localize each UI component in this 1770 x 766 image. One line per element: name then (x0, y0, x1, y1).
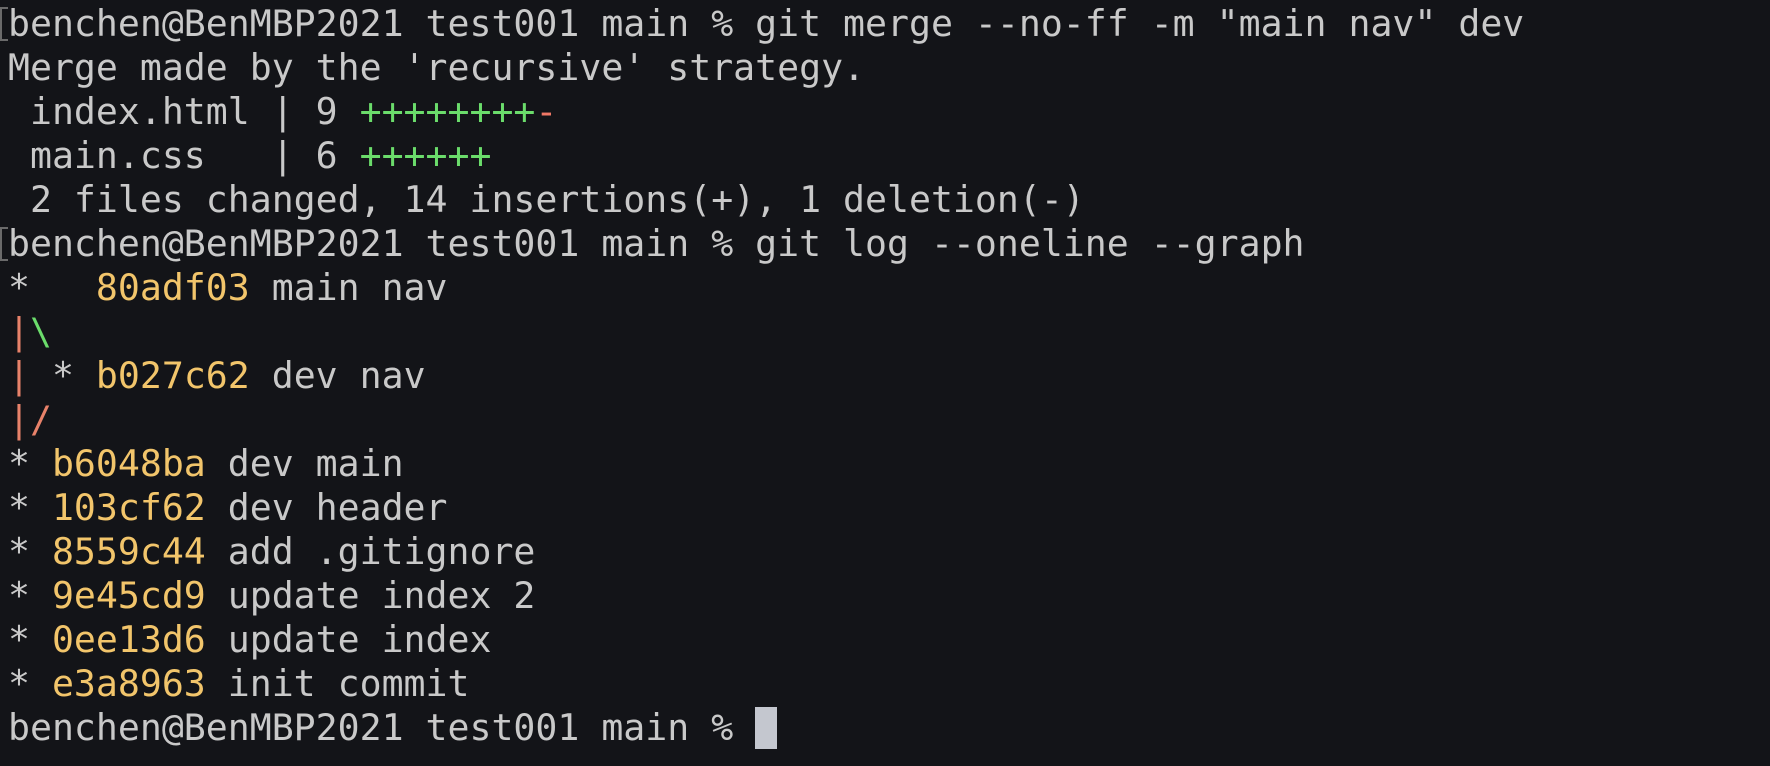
graph-node: * (8, 442, 52, 485)
diffstat-insertions: ++++++++ (359, 90, 536, 133)
merge-command-line: benchen@BenMBP2021 test001 main % git me… (0, 2, 1770, 46)
log-entry: * 8559c44 add .gitignore (8, 530, 1770, 574)
commit-hash: 103cf62 (51, 486, 206, 529)
graph-node: * (8, 618, 52, 661)
log-entry: | * b027c62 dev nav (8, 354, 1770, 398)
graph-join-line: |/ (8, 398, 52, 441)
mark-bracket (0, 227, 8, 261)
graph-branch-slash: \ (29, 310, 52, 353)
graph-node: * (29, 354, 96, 397)
commit-hash: 8559c44 (51, 530, 206, 573)
commit-message: add .gitignore (205, 530, 536, 573)
merge-command: git merge --no-ff -m "main nav" dev (755, 2, 1525, 45)
log-entry: * 80adf03 main nav (8, 266, 1770, 310)
diffstat-insertions: ++++++ (359, 134, 492, 177)
log-entry: * 0ee13d6 update index (8, 618, 1770, 662)
log-entry: * e3a8963 init commit (8, 662, 1770, 706)
log-entry: * 103cf62 dev header (8, 486, 1770, 530)
prompt: benchen@BenMBP2021 test001 main % (8, 706, 756, 749)
commit-message: dev header (205, 486, 448, 529)
active-prompt-line[interactable]: benchen@BenMBP2021 test001 main % (8, 706, 1770, 750)
diffstat-file: index.html | 9 (8, 90, 360, 133)
prompt: benchen@BenMBP2021 test001 main % (8, 2, 756, 45)
commit-message: main nav (249, 266, 448, 309)
log-entry: * 9e45cd9 update index 2 (8, 574, 1770, 618)
graph-pipe: | (8, 354, 30, 397)
log-entry: * b6048ba dev main (8, 442, 1770, 486)
graph-branch-line: |\ (8, 310, 1770, 354)
commit-hash: 0ee13d6 (51, 618, 206, 661)
log-command: git log --oneline --graph (755, 222, 1305, 265)
commit-hash: 80adf03 (95, 266, 250, 309)
merge-message: Merge made by the 'recursive' strategy. (8, 46, 866, 89)
mark-bracket (0, 7, 8, 41)
terminal-window[interactable]: benchen@BenMBP2021 test001 main % git me… (0, 0, 1770, 766)
diffstat-file: main.css | 6 (8, 134, 360, 177)
commit-message: dev nav (249, 354, 426, 397)
commit-hash: 9e45cd9 (51, 574, 206, 617)
commit-message: update index (205, 618, 492, 661)
graph-node: * (8, 662, 52, 705)
commit-message: dev main (205, 442, 404, 485)
log-command-line: benchen@BenMBP2021 test001 main % git lo… (0, 222, 1770, 266)
text-cursor[interactable] (755, 707, 778, 749)
diffstat-deletions: - (535, 90, 558, 133)
commit-hash: b6048ba (51, 442, 206, 485)
diffstat-row: index.html | 9 ++++++++- (8, 90, 1770, 134)
graph-node: * (8, 486, 52, 529)
commit-hash: b027c62 (95, 354, 250, 397)
graph-node: * (8, 530, 52, 573)
graph-pipe: | (8, 310, 30, 353)
commit-hash: e3a8963 (51, 662, 206, 705)
graph-node: * (8, 266, 96, 309)
diffstat-row: main.css | 6 ++++++ (8, 134, 1770, 178)
graph-node: * (8, 574, 52, 617)
prompt: benchen@BenMBP2021 test001 main % (8, 222, 756, 265)
commit-message: init commit (205, 662, 470, 705)
commit-message: update index 2 (205, 574, 536, 617)
diffstat-summary: 2 files changed, 14 insertions(+), 1 del… (8, 178, 1085, 221)
